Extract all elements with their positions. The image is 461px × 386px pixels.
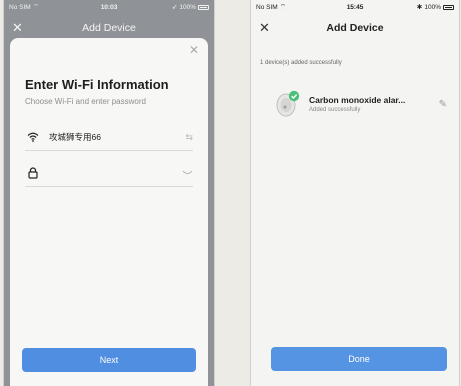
status-right: ✱ 100%: [417, 3, 454, 11]
next-button[interactable]: Next: [22, 348, 196, 372]
done-button[interactable]: Done: [271, 347, 447, 371]
close-icon[interactable]: ✕: [12, 20, 23, 36]
carrier-label: No SIM ⌔: [256, 3, 287, 11]
switch-network-icon[interactable]: ⇆: [179, 132, 193, 143]
password-field[interactable]: [25, 160, 193, 187]
status-bar: No SIM ⌔ 10:03 ➶ 100%: [4, 0, 214, 14]
wifi-icon: [25, 132, 41, 142]
page-title: Add Device: [326, 22, 384, 34]
location-icon: ➶: [171, 4, 178, 11]
battery-icon: [198, 4, 209, 10]
battery-icon: [443, 4, 454, 10]
device-status: Added successfully: [309, 107, 361, 113]
status-right: ➶ 100%: [172, 3, 209, 11]
wifi-ssid-value: 攻城狮专用66: [49, 132, 101, 142]
nav-bar: ✕ Add Device: [4, 18, 214, 38]
wifi-setup-screen: No SIM ⌔ 10:03 ➶ 100% ✕ Add Device ✕ Ente…: [3, 0, 215, 386]
sheet-close-icon[interactable]: ✕: [189, 43, 199, 57]
battery-percent: 100%: [179, 3, 196, 11]
wifi-ssid-field[interactable]: 攻城狮专用66 ⇆: [25, 124, 193, 151]
lock-icon: [25, 167, 41, 179]
close-icon[interactable]: ✕: [259, 20, 270, 36]
wifi-status-icon: ⌔: [279, 3, 287, 11]
show-password-icon[interactable]: [176, 168, 193, 178]
wifi-status-icon: ⌔: [32, 3, 40, 11]
device-name: Carbon monoxide alar...: [309, 95, 406, 105]
carbon-monoxide-detector-icon: [273, 90, 301, 118]
nav-bar: ✕ Add Device: [251, 18, 459, 38]
page-title: Add Device: [82, 22, 136, 34]
edit-icon[interactable]: ✎: [439, 99, 447, 110]
device-added-screen: No SIM ⌔ 15:45 ✱ 100% ✕ Add Device 1 devi…: [250, 0, 460, 386]
sheet-subtitle: Choose Wi-Fi and enter password: [25, 97, 146, 106]
carrier-label: No SIM ⌔: [9, 3, 40, 11]
bluetooth-icon: ✱: [416, 4, 423, 11]
device-list-item[interactable]: Carbon monoxide alar... Added successful…: [273, 87, 447, 121]
battery-percent: 100%: [424, 3, 441, 11]
device-info: Carbon monoxide alar... Added successful…: [309, 95, 439, 113]
sheet-title: Enter Wi-Fi Information: [25, 77, 169, 92]
added-count-text: 1 device(s) added successfully: [260, 60, 342, 66]
wifi-info-sheet: ✕ Enter Wi-Fi Information Choose Wi-Fi a…: [10, 38, 208, 386]
status-bar: No SIM ⌔ 15:45 ✱ 100%: [251, 0, 459, 14]
